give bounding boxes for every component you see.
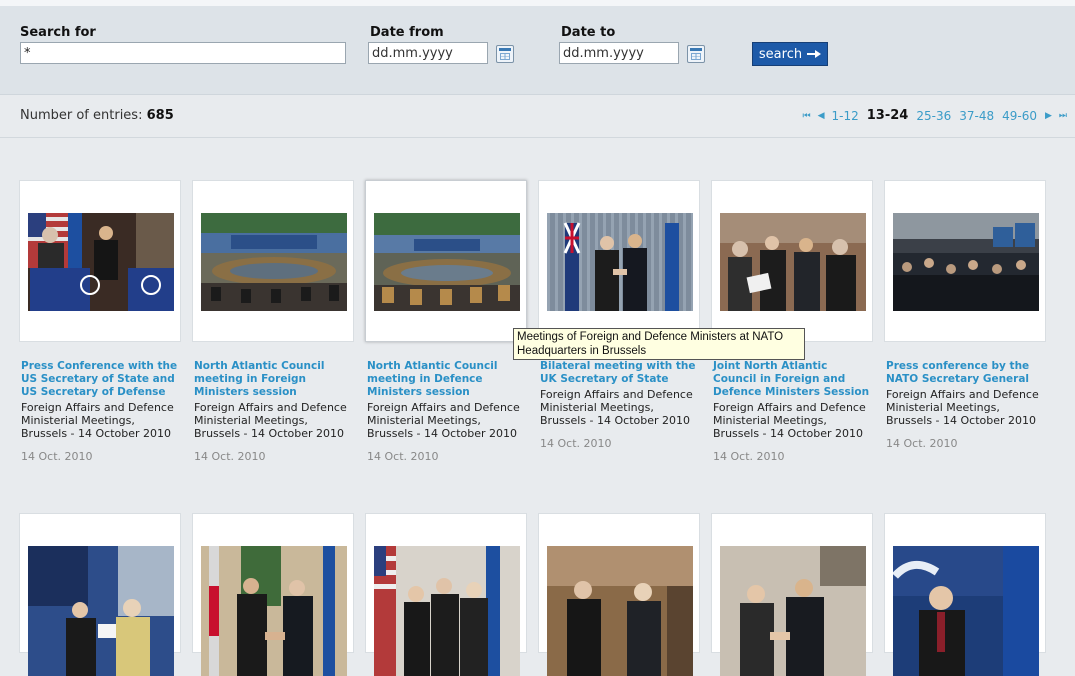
date-to-label: Date to [561,25,616,40]
entry-count-value: 685 [146,108,174,123]
photo-thumbnail[interactable] [28,213,174,311]
next-page-icon[interactable]: ▶ [1045,111,1052,121]
photo-thumbnail[interactable] [547,546,693,676]
item-title-link[interactable]: Joint North Atlantic Council in Foreign … [713,360,873,399]
calendar-icon[interactable] [496,45,514,63]
search-panel: Search for Date from Date to search [0,6,1075,95]
item-description: Foreign Affairs and Defence Ministerial … [21,401,174,440]
photo-card[interactable] [538,180,700,342]
date-from-label: Date from [370,25,444,40]
item-title-link[interactable]: Press Conference with the US Secretary o… [21,360,181,399]
search-input[interactable] [20,42,346,64]
item-description: Foreign Affairs and Defence Ministerial … [713,401,866,440]
item-date: 14 Oct. 2010 [21,450,93,463]
item-date: 14 Oct. 2010 [886,437,958,450]
item-meta: Joint North Atlantic Council in Foreign … [713,360,873,463]
photo-card[interactable] [19,513,181,676]
item-date: 14 Oct. 2010 [194,450,266,463]
date-from-input[interactable] [368,42,488,64]
item-description: Foreign Affairs and Defence Ministerial … [367,401,520,440]
tooltip: Meetings of Foreign and Defence Minister… [513,328,805,360]
photo-thumbnail[interactable] [720,213,866,311]
item-meta: Press conference by the NATO Secretary G… [886,360,1046,450]
item-description: Foreign Affairs and Defence Ministerial … [194,401,347,440]
arrow-right-icon [807,50,822,58]
photo-thumbnail[interactable] [893,546,1039,676]
results-bar: Number of entries: 685 ⏮ ◀ 1-12 13-24 25… [0,95,1075,138]
calendar-icon[interactable] [687,45,705,63]
search-button-label: search [758,46,803,62]
item-title-link[interactable]: North Atlantic Council meeting in Foreig… [194,360,354,399]
item-meta: North Atlantic Council meeting in Defenc… [367,360,527,463]
photo-thumbnail[interactable] [547,213,693,311]
page-current: 13-24 [866,108,909,123]
photo-card[interactable] [365,180,527,342]
item-date: 14 Oct. 2010 [367,450,439,463]
pagination: ⏮ ◀ 1-12 13-24 25-36 37-48 49-60 ▶ ⏭ [799,108,1071,123]
page-link[interactable]: 25-36 [916,109,951,123]
photo-thumbnail[interactable] [720,546,866,676]
item-description: Foreign Affairs and Defence Ministerial … [540,388,693,427]
photo-card[interactable] [711,180,873,342]
item-date: 14 Oct. 2010 [540,437,612,450]
photo-thumbnail[interactable] [201,213,347,311]
photo-thumbnail[interactable] [28,546,174,676]
date-to-input[interactable] [559,42,679,64]
item-title-link[interactable]: Press conference by the NATO Secretary G… [886,360,1046,386]
first-page-icon[interactable]: ⏮ [803,111,811,121]
last-page-icon[interactable]: ⏭ [1059,111,1067,121]
photo-card[interactable] [192,513,354,676]
item-title-link[interactable]: Bilateral meeting with the UK Secretary … [540,360,700,386]
photo-thumbnail[interactable] [201,546,347,676]
page-link[interactable]: 1-12 [832,109,859,123]
item-meta: Bilateral meeting with the UK Secretary … [540,360,700,450]
photo-card[interactable] [884,513,1046,676]
previous-page-icon[interactable]: ◀ [818,111,825,121]
item-date: 14 Oct. 2010 [713,450,785,463]
page-link[interactable]: 37-48 [959,109,994,123]
item-description: Foreign Affairs and Defence Ministerial … [886,388,1039,427]
entry-count-label: Number of entries: [20,108,143,123]
photo-card[interactable] [711,513,873,676]
photo-card[interactable] [884,180,1046,342]
page-link[interactable]: 49-60 [1002,109,1037,123]
photo-card[interactable] [19,180,181,342]
search-for-label: Search for [20,25,96,40]
photo-thumbnail[interactable] [893,213,1039,311]
search-button[interactable]: search [752,42,828,66]
item-title-link[interactable]: North Atlantic Council meeting in Defenc… [367,360,527,399]
item-meta: North Atlantic Council meeting in Foreig… [194,360,354,463]
photo-card[interactable] [192,180,354,342]
item-meta: Press Conference with the US Secretary o… [21,360,181,463]
photo-thumbnail[interactable] [374,546,520,676]
photo-card[interactable] [538,513,700,676]
entry-count: Number of entries: 685 [20,108,174,123]
photo-thumbnail[interactable] [374,213,520,311]
photo-card[interactable] [365,513,527,676]
